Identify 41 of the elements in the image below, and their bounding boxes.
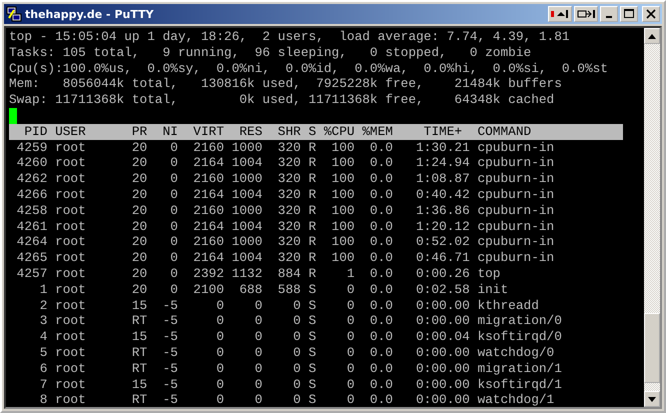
- terminal-computer-icon: [6, 6, 22, 22]
- terminal-line: Tasks: 105 total, 9 running, 96 sleeping, 0 stopped, 0 zombie: [9, 44, 532, 61]
- process-row-text: 4257 root 20 0 2392 1132 884 R 1 0.0 0:00.26 top: [16, 266, 502, 282]
- window-title: thehappy.de - PuTTY: [25, 8, 154, 20]
- process-row-text: 4266 root 20 0 2164 1004 320 R 100 0.0 0:40.42 cpuburn-in: [16, 186, 556, 203]
- process-row-text: 4258 root 20 0 2160 1000 320 R 100 0.0 1:36.86 cpuburn-in: [16, 202, 556, 219]
- down-arrow-icon: [648, 396, 656, 402]
- process-row-text: 7 root 15 -5 0 0 0 S 0 0.0 0:00.00 ksoftirqd/1: [38, 376, 563, 392]
- maximize-button[interactable]: [620, 6, 638, 22]
- process-row-text: 4 root 15 -5 0 0 0 S 0 0.0 0:00.04 ksoftirqd/0: [38, 329, 563, 345]
- terminal-line: Mem: 8056044k total, 130816k used, 7925228k free, 21484k buffers: [9, 76, 563, 92]
- process-row-text: 1 root 20 0 2100 688 588 S 0 0.0 0:02.58 init: [38, 282, 510, 298]
- process-row-text: 4261 root 20 0 2164 1004 320 R 100 0.0 1:20.12 cpuburn-in: [16, 218, 556, 234]
- terminal-line: Cpu(s):100.0%us, 0.0%sy, 0.0%ni, 0.0%id, 0.0%wa, 0.0%hi, 0.0%si, 0.0%st: [9, 60, 609, 76]
- scroll-up-button[interactable]: [644, 28, 660, 44]
- transfer-button[interactable]: [574, 6, 598, 22]
- terminal-line: top - 15:05:04 up 1 day, 18:26, 2 users, load average: 7.74, 4.39, 1.81: [9, 29, 571, 45]
- close-icon: [646, 9, 656, 19]
- terminal-line: Swap: 11711368k total, 0k used, 11711368k free, 64348k cached: [9, 92, 556, 108]
- minimize-icon: [606, 16, 612, 18]
- minimize-button[interactable]: [600, 6, 618, 22]
- maximize-icon: [624, 9, 634, 19]
- arrow-icon: [577, 9, 595, 19]
- process-row-text: 6 root RT -5 0 0 0 S 0 0.0 0:00.00 migration/1: [38, 360, 563, 377]
- process-row-text: 2 root 15 -5 0 0 0 S 0 0.0 0:00.00 kthreadd: [38, 298, 540, 314]
- process-row-text: 4264 root 20 0 2160 1000 320 R 100 0.0 0:52.02 cpuburn-in: [16, 234, 556, 250]
- scroll-thumb[interactable]: [644, 313, 660, 383]
- up-arrow-icon: [648, 34, 656, 38]
- table-header: PID USER PR NI VIRT RES SHR S %CPU %MEM TIME+ COMMAND: [9, 124, 624, 140]
- process-row-text: 4259 root 20 0 2160 1000 320 R 100 0.0 1:30.21 cpuburn-in: [16, 140, 556, 156]
- close-button[interactable]: [642, 6, 660, 22]
- process-row-text: 8 root RT -5 0 0 0 S 0 0.0 0:00.00 watchdog/1: [38, 392, 556, 407]
- record-icon: [551, 9, 569, 19]
- process-row-text: 4260 root 20 0 2164 1004 320 R 100 0.0 1:24.94 cpuburn-in: [16, 155, 556, 172]
- process-row-text: 4262 root 20 0 2160 1000 320 R 100 0.0 1:08.87 cpuburn-in: [16, 171, 556, 187]
- process-row-text: 4265 root 20 0 2164 1004 320 R 100 0.0 0:46.71 cpuburn-in: [16, 250, 556, 266]
- scroll-down-button[interactable]: [644, 391, 660, 407]
- record-button[interactable]: [548, 6, 572, 22]
- scrollbar[interactable]: [644, 28, 660, 407]
- process-row-text: 3 root RT -5 0 0 0 S 0 0.0 0:00.00 migration/0: [38, 313, 563, 330]
- process-row-text: 5 root RT -5 0 0 0 S 0 0.0 0:00.00 watchdog/0: [38, 344, 556, 361]
